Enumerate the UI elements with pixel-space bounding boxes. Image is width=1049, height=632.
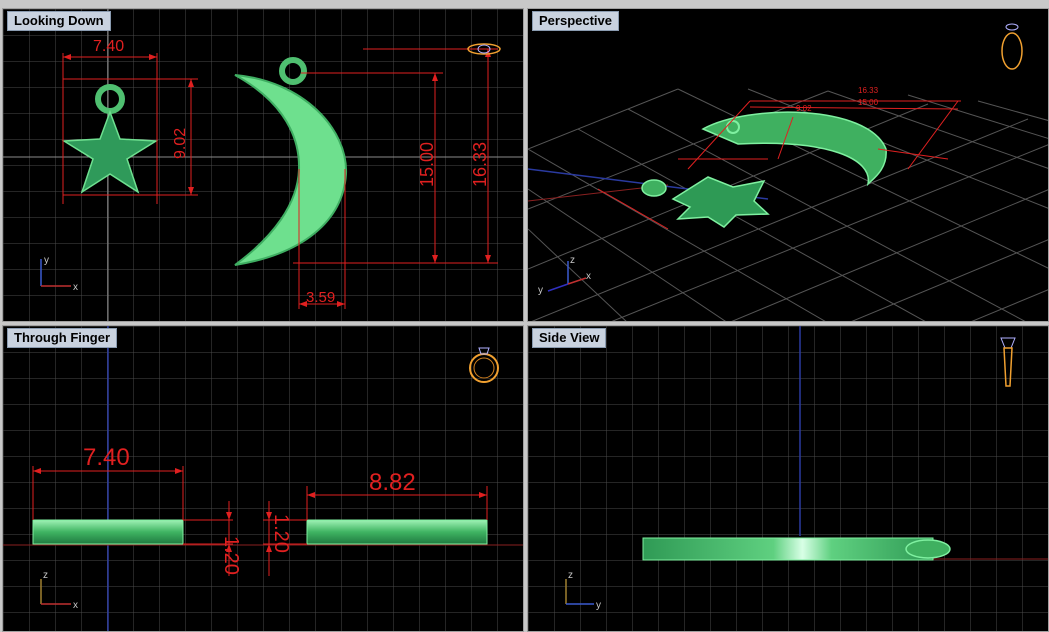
front-view-canvas: 7.40 8.82 1.20 1.20 z x (3, 326, 523, 631)
viewport-perspective[interactable]: Perspective 16.33 15.00 9.02 z y x (527, 8, 1049, 322)
svg-text:15.00: 15.00 (858, 98, 879, 107)
viewport-looking-down[interactable]: Looking Down 7.40 9.02 15.00 16.33 3.59 … (2, 8, 524, 322)
perspective-canvas: 16.33 15.00 9.02 z y x (528, 23, 1048, 321)
svg-text:x: x (586, 271, 591, 282)
star-3d[interactable] (641, 176, 770, 228)
svg-text:9.02: 9.02 (796, 104, 812, 113)
pendant-side-slab[interactable] (642, 537, 934, 561)
side-view-canvas: z y (528, 326, 1048, 631)
svg-text:x: x (73, 600, 78, 611)
svg-text:z: z (568, 570, 573, 581)
dim-moon-total: 16.33 (470, 142, 490, 187)
svg-text:y: y (538, 285, 543, 296)
persp-ring-icon[interactable] (1001, 23, 1023, 70)
viewport-title[interactable]: Side View (532, 328, 607, 348)
svg-text:x: x (73, 282, 78, 293)
svg-text:16.33: 16.33 (858, 86, 879, 95)
viewport-title[interactable]: Through Finger (7, 328, 118, 348)
viewport-title[interactable]: Perspective (532, 11, 619, 31)
dim-star-width: 7.40 (93, 38, 124, 55)
dim-moon-width: 8.82 (369, 469, 416, 496)
viewport-through-finger[interactable]: Through Finger 7.40 8.82 1.20 1.20 z x (2, 325, 524, 632)
moon-slab[interactable] (306, 519, 488, 545)
viewport-title[interactable]: Looking Down (7, 11, 111, 31)
svg-text:y: y (596, 600, 601, 611)
viewport-side-view[interactable]: Side View z y (527, 325, 1049, 632)
star-slab[interactable] (32, 519, 184, 545)
dim-moon-inner: 15.00 (417, 142, 437, 187)
dim-star-height: 9.02 (172, 128, 189, 159)
bail-side[interactable] (905, 539, 951, 559)
dim-thickness-b: 1.20 (270, 514, 292, 553)
top-view-canvas: 7.40 9.02 15.00 16.33 3.59 y x (3, 9, 523, 321)
svg-text:y: y (44, 255, 49, 266)
dim-star-width: 7.40 (83, 444, 130, 471)
svg-text:z: z (570, 255, 575, 266)
svg-text:z: z (43, 570, 48, 581)
dim-thickness-a: 1.20 (220, 536, 242, 575)
dim-moon-width: 3.59 (306, 289, 335, 306)
